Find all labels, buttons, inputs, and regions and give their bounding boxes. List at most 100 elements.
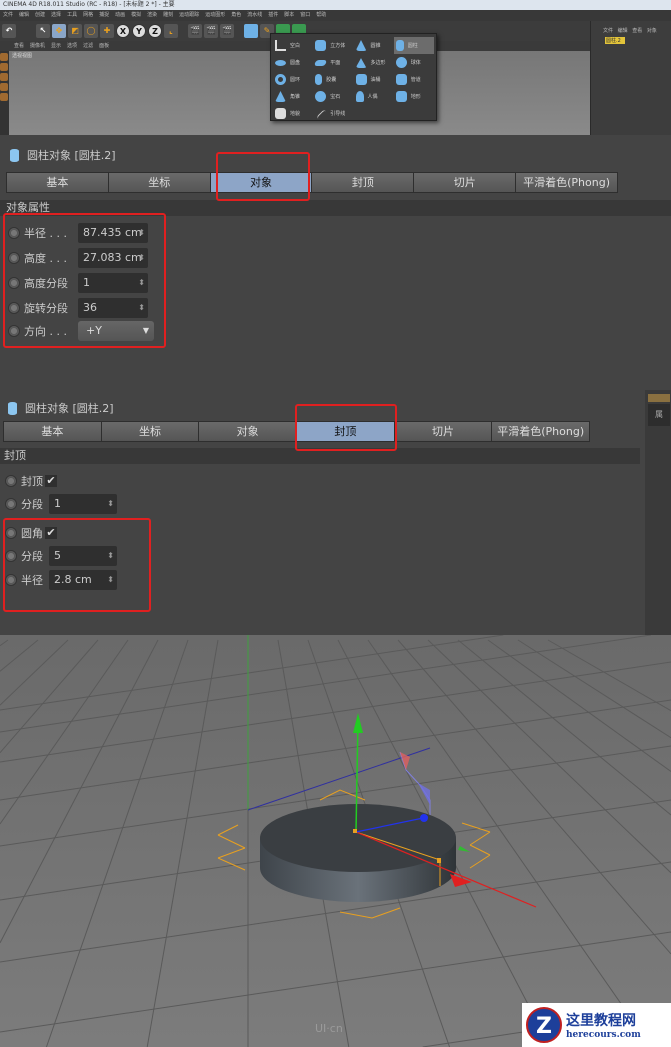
- radius-handle[interactable]: [437, 858, 441, 863]
- tool-icon[interactable]: [0, 53, 8, 61]
- select-icon[interactable]: ↖: [36, 24, 50, 38]
- coordinate-system-icon[interactable]: ⌞: [164, 24, 178, 38]
- tab-slice[interactable]: 切片: [394, 421, 493, 442]
- menu-item-plane[interactable]: 平面: [313, 54, 353, 71]
- menu-item-torus[interactable]: 圆环: [273, 71, 313, 88]
- menu-sculpt[interactable]: 雕刻: [163, 12, 173, 18]
- caps-row: 封顶 ✔: [5, 473, 57, 489]
- object-manager: 文件 编辑 查看 对象 圆柱.2: [590, 21, 671, 135]
- perspective-viewport[interactable]: [0, 635, 671, 1047]
- vp-menu-camera[interactable]: 摄像机: [30, 43, 45, 49]
- menu-item-guide[interactable]: 引导线: [313, 105, 353, 125]
- om-menu-file[interactable]: 文件: [603, 28, 613, 34]
- tab-phong[interactable]: 平滑着色(Phong): [492, 421, 591, 442]
- y-axis-lock-button[interactable]: Y: [132, 24, 146, 38]
- menu-mograph[interactable]: 运动图形: [205, 12, 225, 18]
- tool-icon[interactable]: [0, 83, 8, 91]
- tab-caps[interactable]: 封顶: [312, 172, 415, 193]
- menu-simulate[interactable]: 模拟: [131, 12, 141, 18]
- origin-point[interactable]: [353, 829, 357, 833]
- menu-motion-tracking[interactable]: 运动跟踪: [179, 12, 199, 18]
- tab-phong[interactable]: 平滑着色(Phong): [516, 172, 618, 193]
- menu-item-sphere[interactable]: 球体: [394, 54, 434, 71]
- vp-menu-display[interactable]: 显示: [51, 43, 61, 49]
- plane-icon: [314, 59, 328, 66]
- panel-header: 圆柱对象 [圆柱.2]: [8, 400, 114, 416]
- om-menu-view[interactable]: 查看: [632, 28, 642, 34]
- menu-item-tube[interactable]: 管道: [394, 71, 434, 88]
- menu-create[interactable]: 创建: [35, 12, 45, 18]
- menu-tools[interactable]: 工具: [67, 12, 77, 18]
- menu-item-pyramid[interactable]: 角锥: [273, 88, 313, 105]
- tool-icon[interactable]: [0, 73, 8, 81]
- menu-snap[interactable]: 捕捉: [99, 12, 109, 18]
- menu-character[interactable]: 角色: [231, 12, 241, 18]
- tab-slice[interactable]: 切片: [414, 172, 517, 193]
- side-tab[interactable]: [648, 394, 670, 402]
- x-axis-lock-button[interactable]: X: [116, 24, 130, 38]
- menu-help[interactable]: 帮助: [316, 12, 326, 18]
- menu-select[interactable]: 选择: [51, 12, 61, 18]
- render-settings-icon[interactable]: 🎬: [220, 24, 234, 38]
- menu-edit[interactable]: 编辑: [19, 12, 29, 18]
- menu-item-cone[interactable]: 圆锥: [354, 37, 394, 54]
- menu-item-capsule[interactable]: 胶囊: [313, 71, 353, 88]
- animate-radio[interactable]: [5, 475, 17, 487]
- menu-script[interactable]: 脚本: [284, 12, 294, 18]
- capsule-icon: [315, 74, 323, 85]
- vp-menu-panel[interactable]: 面板: [99, 43, 109, 49]
- rotate-icon[interactable]: ◯: [84, 24, 98, 38]
- caps-checkbox[interactable]: ✔: [45, 475, 57, 487]
- menu-window[interactable]: 窗口: [300, 12, 310, 18]
- menu-item-cube[interactable]: 立方体: [313, 37, 353, 54]
- menu-plugins[interactable]: 插件: [268, 12, 278, 18]
- scale-icon[interactable]: ◩: [68, 24, 82, 38]
- object-item-cylinder[interactable]: 圆柱.2: [605, 37, 625, 44]
- menu-mesh[interactable]: 网格: [83, 12, 93, 18]
- add-icon[interactable]: ✚: [100, 24, 114, 38]
- tool-icon[interactable]: [0, 93, 8, 101]
- side-tab-attributes[interactable]: 属: [648, 404, 670, 426]
- tab-coord[interactable]: 坐标: [101, 421, 200, 442]
- tab-basic[interactable]: 基本: [3, 421, 102, 442]
- menu-item-disc[interactable]: 圆盘: [273, 54, 313, 71]
- menu-item-landscape[interactable]: 地形: [394, 88, 434, 105]
- tab-coord[interactable]: 坐标: [108, 172, 211, 193]
- vp-menu-options[interactable]: 选项: [67, 43, 77, 49]
- panel-title: 圆柱对象 [圆柱.2]: [27, 149, 116, 162]
- attribute-panel-object: 圆柱对象 [圆柱.2] 基本 坐标 对象 封顶 切片 平滑着色(Phong) 对…: [0, 135, 671, 390]
- menu-pipeline[interactable]: 流水线: [247, 12, 262, 18]
- menu-item-polygon[interactable]: 多边形: [354, 54, 394, 71]
- menu-animate[interactable]: 动画: [115, 12, 125, 18]
- menu-item-cylinder[interactable]: 圆柱: [393, 37, 434, 54]
- menu-render[interactable]: 渲染: [147, 12, 157, 18]
- menu-item-platonic[interactable]: 宝石: [313, 88, 353, 105]
- cube-icon[interactable]: [244, 24, 258, 38]
- menu-item-relief[interactable]: 地貌: [273, 105, 313, 122]
- animate-radio[interactable]: [5, 498, 17, 510]
- tab-basic[interactable]: 基本: [6, 172, 109, 193]
- move-icon[interactable]: ✥: [52, 24, 66, 38]
- tab-object[interactable]: 对象: [199, 421, 298, 442]
- vp-menu-filter[interactable]: 过滤: [83, 43, 93, 49]
- cylinder-icon: [10, 148, 19, 162]
- torus-icon: [275, 74, 286, 85]
- om-menu-object[interactable]: 对象: [647, 28, 657, 34]
- cylinder-icon: [8, 401, 17, 415]
- menu-item-oil-tank[interactable]: 油桶: [354, 71, 394, 88]
- cap-segments-field[interactable]: 1: [49, 494, 117, 514]
- vp-menu-view[interactable]: 查看: [14, 43, 24, 49]
- attribute-panel-caps: 圆柱对象 [圆柱.2] 基本 坐标 对象 封顶 切片 平滑着色(Phong) 封…: [0, 390, 645, 635]
- menu-item-figure[interactable]: 人偶: [354, 88, 394, 105]
- z-axis-lock-button[interactable]: Z: [148, 24, 162, 38]
- render-view-icon[interactable]: 🎬: [188, 24, 202, 38]
- menu-item-null[interactable]: 空白: [273, 37, 313, 54]
- undo-icon[interactable]: ↶: [2, 24, 16, 38]
- om-menu-edit[interactable]: 编辑: [618, 28, 628, 34]
- z-handle-icon[interactable]: [420, 814, 428, 822]
- tool-icon[interactable]: [0, 63, 8, 71]
- highlight-box: [295, 404, 397, 451]
- cone-icon: [355, 40, 367, 51]
- render-picture-viewer-icon[interactable]: 🎬: [204, 24, 218, 38]
- menu-file[interactable]: 文件: [3, 12, 13, 18]
